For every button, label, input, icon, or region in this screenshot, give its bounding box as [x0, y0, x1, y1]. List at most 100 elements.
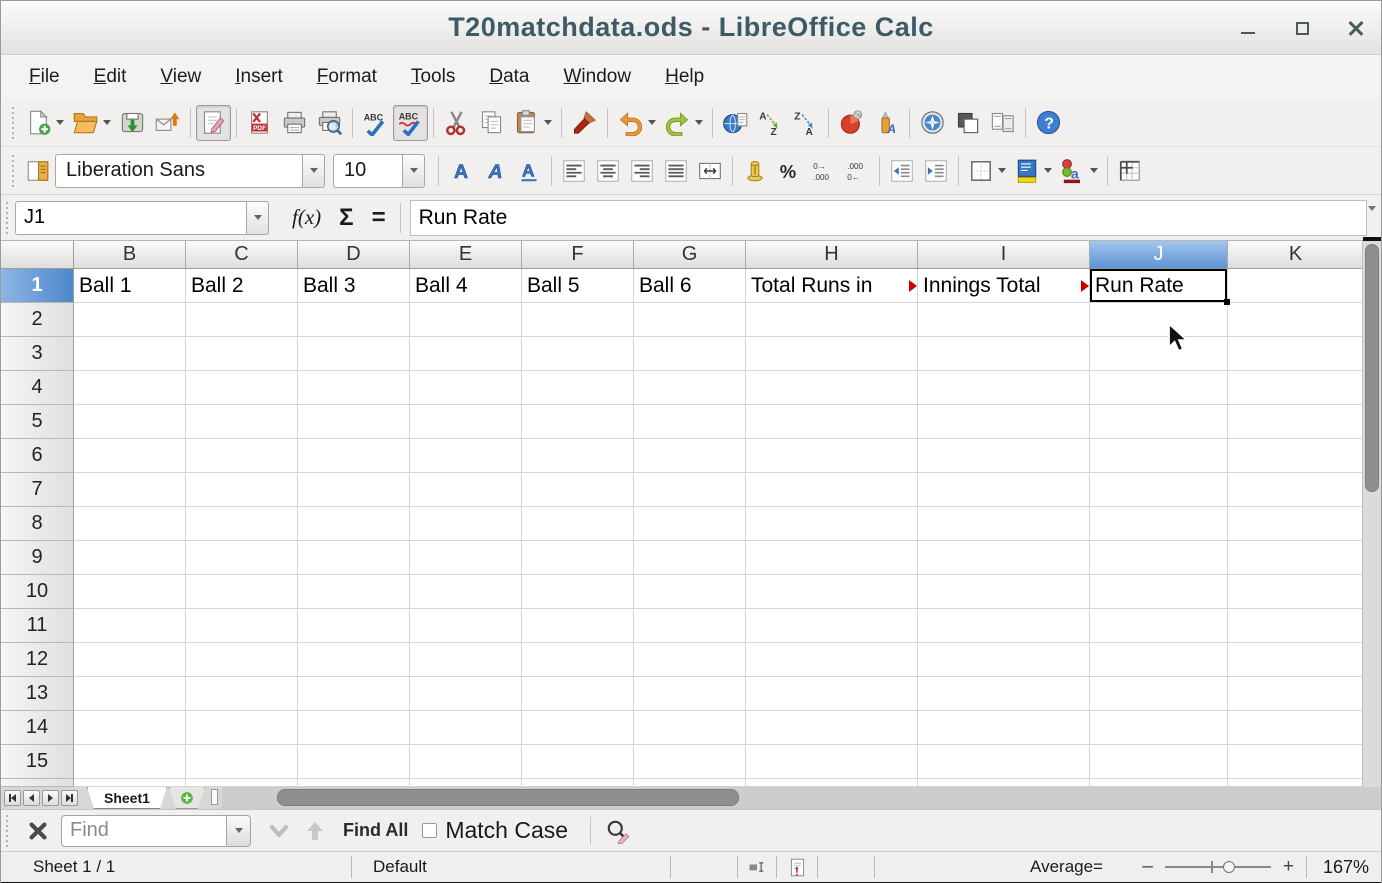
- cell-C12[interactable]: [186, 643, 298, 677]
- cell-K7[interactable]: [1228, 473, 1364, 507]
- zoom-level[interactable]: 167%: [1307, 852, 1381, 882]
- font-name-combobox[interactable]: [55, 154, 303, 188]
- cell-J5[interactable]: [1090, 405, 1228, 439]
- row-header-9[interactable]: 9: [1, 541, 74, 575]
- cell-G9[interactable]: [634, 541, 746, 575]
- row-header-6[interactable]: 6: [1, 439, 74, 473]
- print-button[interactable]: [277, 105, 312, 141]
- cell-B7[interactable]: [74, 473, 186, 507]
- sidebar-button[interactable]: [21, 153, 55, 189]
- cell-G12[interactable]: [634, 643, 746, 677]
- cell-H13[interactable]: [746, 677, 918, 711]
- menu-data[interactable]: Data: [479, 61, 539, 93]
- cell-G3[interactable]: [634, 337, 746, 371]
- menu-window[interactable]: Window: [553, 61, 641, 93]
- name-box-dropdown[interactable]: [247, 201, 269, 235]
- cell-C8[interactable]: [186, 507, 298, 541]
- cell-G11[interactable]: [634, 609, 746, 643]
- copy-button[interactable]: [474, 105, 509, 141]
- cell-B16[interactable]: [74, 779, 186, 787]
- cell-D12[interactable]: [298, 643, 410, 677]
- close-button[interactable]: [1345, 17, 1367, 39]
- cell-K9[interactable]: [1228, 541, 1364, 575]
- row-header-10[interactable]: 10: [1, 575, 74, 609]
- cell-J2[interactable]: [1090, 303, 1228, 337]
- cell-D10[interactable]: [298, 575, 410, 609]
- cell-I14[interactable]: [918, 711, 1090, 745]
- horizontal-scrollbar-thumb[interactable]: [277, 789, 739, 806]
- cell-F16[interactable]: [522, 779, 634, 787]
- find-next-button[interactable]: [261, 814, 297, 848]
- cell-B3[interactable]: [74, 337, 186, 371]
- cell-C15[interactable]: [186, 745, 298, 779]
- column-header-C[interactable]: C: [186, 241, 298, 269]
- vertical-scrollbar-thumb[interactable]: [1365, 244, 1379, 492]
- cell-D9[interactable]: [298, 541, 410, 575]
- cell-K1[interactable]: [1228, 269, 1364, 303]
- cell-I15[interactable]: [918, 745, 1090, 779]
- cell-J10[interactable]: [1090, 575, 1228, 609]
- cell-C11[interactable]: [186, 609, 298, 643]
- cell-B10[interactable]: [74, 575, 186, 609]
- cell-H5[interactable]: [746, 405, 918, 439]
- name-box[interactable]: [15, 201, 247, 235]
- navigator-button[interactable]: [915, 105, 950, 141]
- row-header-2[interactable]: 2: [1, 303, 74, 337]
- cell-I16[interactable]: [918, 779, 1090, 787]
- row-header-8[interactable]: 8: [1, 507, 74, 541]
- cell-F3[interactable]: [522, 337, 634, 371]
- cell-D6[interactable]: [298, 439, 410, 473]
- bold-button[interactable]: A: [444, 153, 478, 189]
- insert-chart-button[interactable]: %: [834, 105, 869, 141]
- cell-G7[interactable]: [634, 473, 746, 507]
- sort-descending-button[interactable]: ZA: [788, 105, 823, 141]
- cell-I2[interactable]: [918, 303, 1090, 337]
- cell-K3[interactable]: [1228, 337, 1364, 371]
- cell-D13[interactable]: [298, 677, 410, 711]
- font-size-combobox[interactable]: [333, 154, 403, 188]
- cell-I13[interactable]: [918, 677, 1090, 711]
- sort-ascending-button[interactable]: AZ: [753, 105, 788, 141]
- paste-button[interactable]: [509, 105, 556, 141]
- cell-G5[interactable]: [634, 405, 746, 439]
- row-header-7[interactable]: 7: [1, 473, 74, 507]
- cell-G1[interactable]: Ball 6: [634, 269, 746, 303]
- cell-E6[interactable]: [410, 439, 522, 473]
- cell-C2[interactable]: [186, 303, 298, 337]
- menu-view[interactable]: View: [150, 61, 211, 93]
- decrease-indent-button[interactable]: [885, 153, 919, 189]
- cell-K13[interactable]: [1228, 677, 1364, 711]
- conditional-formatting-button[interactable]: a: [1056, 153, 1102, 189]
- increase-indent-button[interactable]: [919, 153, 953, 189]
- undo-button[interactable]: [613, 105, 660, 141]
- cell-E10[interactable]: [410, 575, 522, 609]
- cell-C5[interactable]: [186, 405, 298, 439]
- cell-C10[interactable]: [186, 575, 298, 609]
- help-button[interactable]: ?: [1031, 105, 1066, 141]
- cell-D7[interactable]: [298, 473, 410, 507]
- cell-H8[interactable]: [746, 507, 918, 541]
- cell-E13[interactable]: [410, 677, 522, 711]
- cell-D2[interactable]: [298, 303, 410, 337]
- cell-D5[interactable]: [298, 405, 410, 439]
- cell-D14[interactable]: [298, 711, 410, 745]
- open-button[interactable]: [68, 105, 115, 141]
- menu-edit[interactable]: Edit: [84, 61, 137, 93]
- cell-F10[interactable]: [522, 575, 634, 609]
- cell-H16[interactable]: [746, 779, 918, 787]
- cell-K14[interactable]: [1228, 711, 1364, 745]
- expand-formula-bar-button[interactable]: [1364, 199, 1380, 217]
- cell-J1[interactable]: Run Rate: [1090, 269, 1228, 303]
- font-name-dropdown[interactable]: [303, 154, 325, 188]
- cell-F1[interactable]: Ball 5: [522, 269, 634, 303]
- cell-J15[interactable]: [1090, 745, 1228, 779]
- match-case-checkbox[interactable]: [422, 823, 437, 838]
- cell-E1[interactable]: Ball 4: [410, 269, 522, 303]
- underline-button[interactable]: A: [512, 153, 546, 189]
- formula-input[interactable]: [411, 206, 1366, 230]
- tab-area-splitter[interactable]: [211, 789, 218, 805]
- cell-I10[interactable]: [918, 575, 1090, 609]
- menu-insert[interactable]: Insert: [225, 61, 293, 93]
- cell-B15[interactable]: [74, 745, 186, 779]
- cell-C14[interactable]: [186, 711, 298, 745]
